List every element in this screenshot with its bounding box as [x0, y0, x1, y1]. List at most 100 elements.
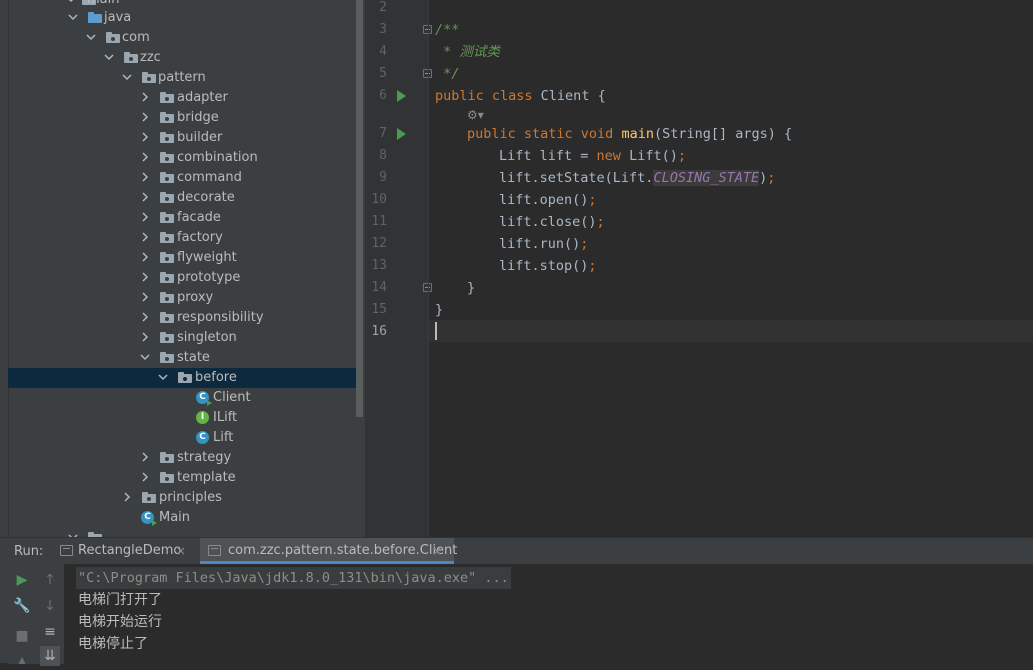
rerun-icon[interactable]: ▶ — [12, 570, 32, 590]
tree-item-label: decorate — [177, 190, 235, 205]
tree-item-ilift[interactable]: I ILift — [8, 408, 363, 428]
tree-item-java[interactable]: java — [8, 8, 363, 28]
chevron-down-icon[interactable] — [86, 30, 98, 44]
console-line: 电梯开始运行 — [78, 614, 162, 630]
tree-item-decorate[interactable]: decorate — [8, 188, 363, 208]
tree-item-label: com — [122, 30, 150, 45]
chevron-right-icon[interactable] — [140, 290, 152, 304]
package-icon — [160, 472, 174, 483]
soft-wrap-icon[interactable]: ≡ — [40, 622, 60, 642]
package-icon — [160, 92, 174, 103]
camera-icon[interactable]: ▴ — [12, 650, 32, 670]
chevron-down-icon[interactable] — [140, 350, 152, 364]
project-scrollbar[interactable] — [356, 0, 363, 417]
semicolon: ; — [588, 192, 597, 208]
package-icon — [106, 32, 120, 43]
tree-item-label: flyweight — [177, 250, 237, 265]
tree-item-template[interactable]: template — [8, 468, 363, 488]
line-number: 3 — [379, 22, 387, 37]
chevron-down-icon[interactable] — [68, 10, 80, 24]
tree-item-proxy[interactable]: proxy — [8, 288, 363, 308]
tree-item-adapter[interactable]: adapter — [8, 88, 363, 108]
class-icon: C — [196, 431, 209, 444]
line-number: 4 — [379, 44, 387, 59]
line-number: 6 — [379, 88, 387, 103]
package-icon — [160, 332, 174, 343]
tree-item-label: before — [195, 370, 237, 385]
chevron-right-icon[interactable] — [122, 490, 134, 504]
doc-comment: /** — [435, 22, 460, 38]
chevron-right-icon[interactable] — [140, 150, 152, 164]
tree-item-strategy[interactable]: strategy — [8, 448, 363, 468]
inlay-hint-icon[interactable]: ⚙▾ — [467, 108, 484, 122]
console-output[interactable]: "C:\Program Files\Java\jdk1.8.0_131\bin\… — [64, 564, 1033, 664]
wrench-icon[interactable]: 🔧 — [12, 596, 32, 616]
stop-icon[interactable]: ■ — [12, 626, 32, 646]
tree-item-builder[interactable]: builder — [8, 128, 363, 148]
tree-item-label: singleton — [177, 330, 237, 345]
close-icon[interactable]: × — [432, 538, 442, 564]
tab-rectangledemo[interactable]: RectangleDemo × — [56, 538, 192, 564]
chevron-right-icon[interactable] — [140, 130, 152, 144]
tree-item-before[interactable]: before — [8, 368, 363, 388]
chevron-right-icon[interactable] — [140, 270, 152, 284]
tree-item-lift[interactable]: C Lift — [8, 428, 363, 448]
tree-item-com[interactable]: com — [8, 28, 363, 48]
tree-item-command[interactable]: command — [8, 168, 363, 188]
tree-item-label: builder — [177, 130, 223, 145]
line-number: 11 — [371, 214, 387, 229]
tree-item-label: Main — [159, 510, 191, 525]
scroll-to-end-icon[interactable]: ⇊ — [40, 646, 60, 666]
arrow-up-icon[interactable]: ↑ — [40, 570, 60, 590]
tree-item-label: strategy — [177, 450, 232, 465]
tree-item-facade[interactable]: facade — [8, 208, 363, 228]
tree-item-responsibility[interactable]: responsibility — [8, 308, 363, 328]
chevron-right-icon[interactable] — [140, 230, 152, 244]
tree-item-flyweight[interactable]: flyweight — [8, 248, 363, 268]
tree-item-state[interactable]: state — [8, 348, 363, 368]
console-command-line[interactable]: "C:\Program Files\Java\jdk1.8.0_131\bin\… — [76, 567, 511, 589]
chevron-right-icon[interactable] — [140, 110, 152, 124]
chevron-right-icon[interactable] — [140, 310, 152, 324]
chevron-down-icon[interactable] — [104, 50, 116, 64]
doc-comment: * 测试类 — [435, 44, 500, 60]
tree-item-label: ILift — [213, 410, 238, 425]
chevron-right-icon[interactable] — [140, 470, 152, 484]
run-gutter-icon[interactable] — [397, 90, 406, 102]
chevron-right-icon[interactable] — [140, 250, 152, 264]
code-line-7: public static void main(String[] args) { — [467, 123, 792, 145]
package-icon — [160, 112, 174, 123]
chevron-right-icon[interactable] — [140, 170, 152, 184]
run-gutter-icon[interactable] — [397, 128, 406, 140]
code-line-9: lift.setState(Lift.CLOSING_STATE); — [499, 167, 775, 189]
tree-item-factory[interactable]: factory — [8, 228, 363, 248]
chevron-down-icon[interactable] — [66, 0, 78, 6]
left-tool-strip-bottom — [0, 563, 8, 663]
chevron-right-icon[interactable] — [140, 330, 152, 344]
tree-item-combination[interactable]: combination — [8, 148, 363, 168]
tree-item-bridge[interactable]: bridge — [8, 108, 363, 128]
chevron-down-icon[interactable] — [68, 530, 80, 537]
code-editor[interactable]: 2 3 4 5 6 7 8 9 10 11 12 13 14 15 16 /**… — [365, 0, 1033, 537]
close-icon[interactable]: × — [176, 538, 186, 564]
tree-item-principles[interactable]: principles — [8, 488, 363, 508]
semicolon: ; — [596, 214, 605, 230]
chevron-right-icon[interactable] — [140, 190, 152, 204]
arrow-down-icon[interactable]: ↓ — [40, 596, 60, 616]
chevron-right-icon[interactable] — [140, 210, 152, 224]
tab-client[interactable]: com.zzc.pattern.state.before.Client × — [200, 538, 457, 564]
tree-item-client[interactable]: C Client — [8, 388, 363, 408]
tree-item-singleton[interactable]: singleton — [8, 328, 363, 348]
keyword: new — [596, 148, 621, 164]
tree-item-partial[interactable] — [8, 528, 363, 537]
chevron-right-icon[interactable] — [140, 90, 152, 104]
tree-item-label: adapter — [177, 90, 228, 105]
chevron-down-icon[interactable] — [122, 70, 134, 84]
tree-item-zzc[interactable]: zzc — [8, 48, 363, 68]
tree-item-main-class[interactable]: C Main — [8, 508, 363, 528]
chevron-right-icon[interactable] — [140, 450, 152, 464]
tree-item-prototype[interactable]: prototype — [8, 268, 363, 288]
code-line-8: Lift lift = new Lift(); — [499, 145, 686, 167]
chevron-down-icon[interactable] — [158, 370, 170, 384]
tree-item-pattern[interactable]: pattern — [8, 68, 363, 88]
